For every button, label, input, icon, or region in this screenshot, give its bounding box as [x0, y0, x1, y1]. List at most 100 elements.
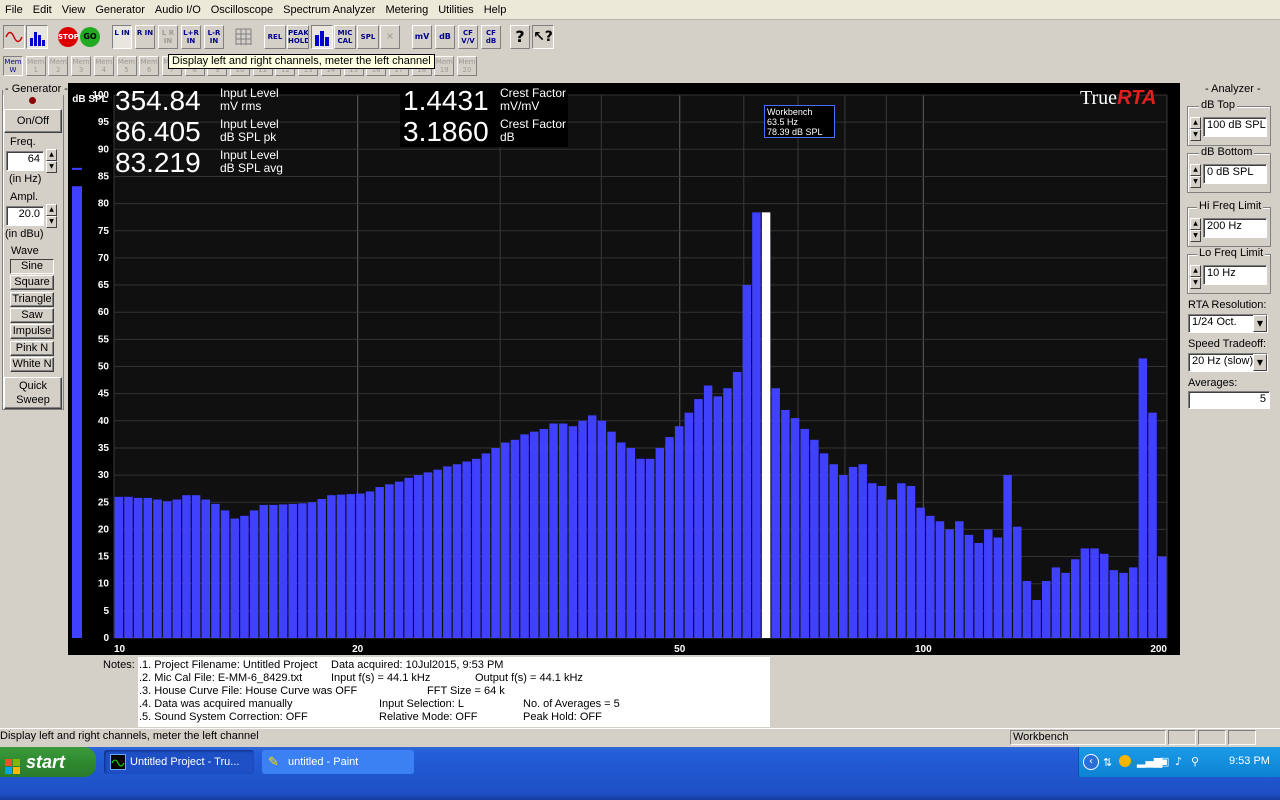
- paint-app-icon: ✎: [268, 754, 279, 769]
- mem-w-button[interactable]: Mem W: [3, 56, 23, 76]
- spectrum-bar: [974, 542, 983, 638]
- mem-label: Mem: [458, 58, 476, 66]
- mem-5-button[interactable]: Mem 5: [116, 56, 137, 76]
- db-bottom-input[interactable]: 0 dB SPL: [1203, 164, 1267, 184]
- menu-generator[interactable]: Generator: [90, 4, 150, 16]
- spectrum-bar: [597, 420, 607, 638]
- bars-icon[interactable]: [311, 25, 333, 49]
- mem-6-button[interactable]: Mem 6: [139, 56, 160, 76]
- spectrum-bar: [327, 495, 336, 638]
- hi-freq-input[interactable]: 200 Hz: [1203, 218, 1267, 238]
- spectrum-bar: [549, 423, 558, 638]
- tray-network-icon[interactable]: ⇅: [1103, 756, 1112, 769]
- lo-freq-input[interactable]: 10 Hz: [1203, 265, 1267, 285]
- db-button[interactable]: dB: [435, 25, 455, 49]
- mem-label: Mem: [49, 58, 67, 66]
- taskbar-paint[interactable]: ✎ untitled - Paint: [262, 750, 414, 774]
- spectrum-bar: [810, 439, 819, 638]
- mem-20-button[interactable]: Mem 20: [457, 56, 477, 76]
- taskbar-truerta[interactable]: Untitled Project - Tru...: [104, 750, 254, 774]
- menu-utilities[interactable]: Utilities: [433, 4, 478, 16]
- left-in-button[interactable]: L IN: [112, 25, 132, 49]
- help-icon[interactable]: ?: [510, 25, 530, 49]
- start-button[interactable]: start: [0, 747, 96, 777]
- quick-sweep-button[interactable]: Quick Sweep: [4, 377, 62, 409]
- menu-metering[interactable]: Metering: [380, 4, 433, 16]
- mem-19-button[interactable]: Mem 19: [434, 56, 455, 76]
- tray-expand-icon[interactable]: ‹: [1083, 754, 1099, 770]
- y-tick-label: 15: [98, 552, 110, 563]
- status-pane-3: [1228, 730, 1256, 745]
- speed-tradeoff-dropdown-icon[interactable]: ▼: [1253, 354, 1267, 371]
- l-minus-r-in-button[interactable]: L-R IN: [204, 25, 224, 49]
- generator-toggle-icon[interactable]: [3, 25, 25, 49]
- mic-cal-button[interactable]: MIC CAL: [334, 25, 356, 49]
- go-icon[interactable]: GO: [80, 27, 100, 47]
- tray-volume-icon[interactable]: ♪: [1175, 755, 1182, 768]
- y-tick-label: 0: [103, 633, 109, 644]
- cursor-name: Workbench: [767, 107, 813, 117]
- speed-tradeoff-value: 20 Hz (slow): [1192, 355, 1254, 367]
- spectrum-bar: [645, 458, 655, 638]
- notes-label: Notes:: [103, 659, 135, 671]
- wave-impulse-button[interactable]: Impulse: [10, 324, 54, 340]
- db-bottom-spinner[interactable]: ▲ ▼: [1190, 164, 1201, 188]
- menu-file[interactable]: File: [0, 4, 28, 16]
- relative-button[interactable]: REL: [264, 25, 286, 49]
- wave-square-button[interactable]: Square: [10, 275, 54, 291]
- menu-view[interactable]: View: [57, 4, 91, 16]
- stop-icon[interactable]: STOP: [58, 27, 79, 47]
- ampl-input[interactable]: 20.0: [6, 206, 44, 226]
- menu-spectrum-analyzer[interactable]: Spectrum Analyzer: [278, 4, 380, 16]
- menu-audio-i-o[interactable]: Audio I/O: [150, 4, 206, 16]
- spectrum-bar: [858, 464, 867, 638]
- hi-freq-label: Hi Freq Limit: [1197, 200, 1264, 212]
- freq-input[interactable]: 64: [6, 151, 44, 171]
- spl-button[interactable]: SPL: [357, 25, 379, 49]
- mem-1-button[interactable]: Mem 1: [25, 56, 46, 76]
- spectrum-bar: [1099, 553, 1109, 638]
- toolbar: STOP GO L IN R IN L R IN L+R IN L-R IN R…: [0, 21, 1280, 53]
- spectrum-bar: [1109, 570, 1119, 638]
- db-top-input[interactable]: 100 dB SPL: [1203, 117, 1267, 137]
- ampl-spinner[interactable]: ▲ ▼: [46, 204, 57, 228]
- mem-label: Mem: [95, 58, 113, 66]
- l-plus-r-in-button[interactable]: L+R IN: [181, 25, 201, 49]
- status-bar: Display left and right channels, meter t…: [0, 728, 1280, 745]
- wave-saw-button[interactable]: Saw: [10, 307, 54, 323]
- menu-oscilloscope[interactable]: Oscilloscope: [206, 4, 278, 16]
- hi-freq-spinner[interactable]: ▲ ▼: [1190, 218, 1201, 242]
- menu-edit[interactable]: Edit: [28, 4, 57, 16]
- tray-usb-icon[interactable]: ⚲: [1191, 755, 1199, 768]
- right-in-button[interactable]: R IN: [135, 25, 155, 49]
- crest-vv-button[interactable]: CF V/V: [458, 25, 478, 49]
- x-tick-label: 100: [915, 644, 932, 655]
- mem-2-button[interactable]: Mem 2: [48, 56, 69, 76]
- menu-help[interactable]: Help: [479, 4, 512, 16]
- spl-off-icon[interactable]: ×: [380, 25, 400, 49]
- grid-icon[interactable]: [233, 25, 255, 49]
- spectrum-icon[interactable]: [26, 25, 48, 49]
- wave-triangle-button[interactable]: Triangle: [10, 291, 54, 307]
- db-top-spinner[interactable]: ▲ ▼: [1190, 117, 1201, 141]
- wave-pink-n-button[interactable]: Pink N: [10, 340, 54, 356]
- input-level-pk-value: 86.405: [115, 116, 201, 147]
- tray-display-icon[interactable]: ▣: [1159, 755, 1169, 768]
- tray-security-icon[interactable]: [1119, 755, 1131, 767]
- note-5c: Peak Hold: OFF: [523, 711, 602, 723]
- crest-db-button[interactable]: CF dB: [481, 25, 501, 49]
- lr-in-button[interactable]: L R IN: [158, 25, 178, 49]
- mv-button[interactable]: mV: [412, 25, 432, 49]
- freq-spinner[interactable]: ▲ ▼: [46, 149, 57, 173]
- rta-resolution-dropdown-icon[interactable]: ▼: [1253, 315, 1267, 332]
- wave-sine-button[interactable]: Sine: [10, 259, 54, 274]
- mem-4-button[interactable]: Mem 4: [93, 56, 114, 76]
- spectrum-bar: [1032, 599, 1041, 638]
- averages-input[interactable]: 5: [1188, 391, 1270, 409]
- generator-onoff-button[interactable]: On/Off: [4, 109, 62, 133]
- wave-white-n-button[interactable]: White N: [10, 356, 54, 372]
- context-help-icon[interactable]: ↖?: [532, 25, 554, 49]
- peak-hold-button[interactable]: PEAK HOLD: [287, 25, 309, 49]
- mem-3-button[interactable]: Mem 3: [71, 56, 92, 76]
- lo-freq-spinner[interactable]: ▲ ▼: [1190, 265, 1201, 289]
